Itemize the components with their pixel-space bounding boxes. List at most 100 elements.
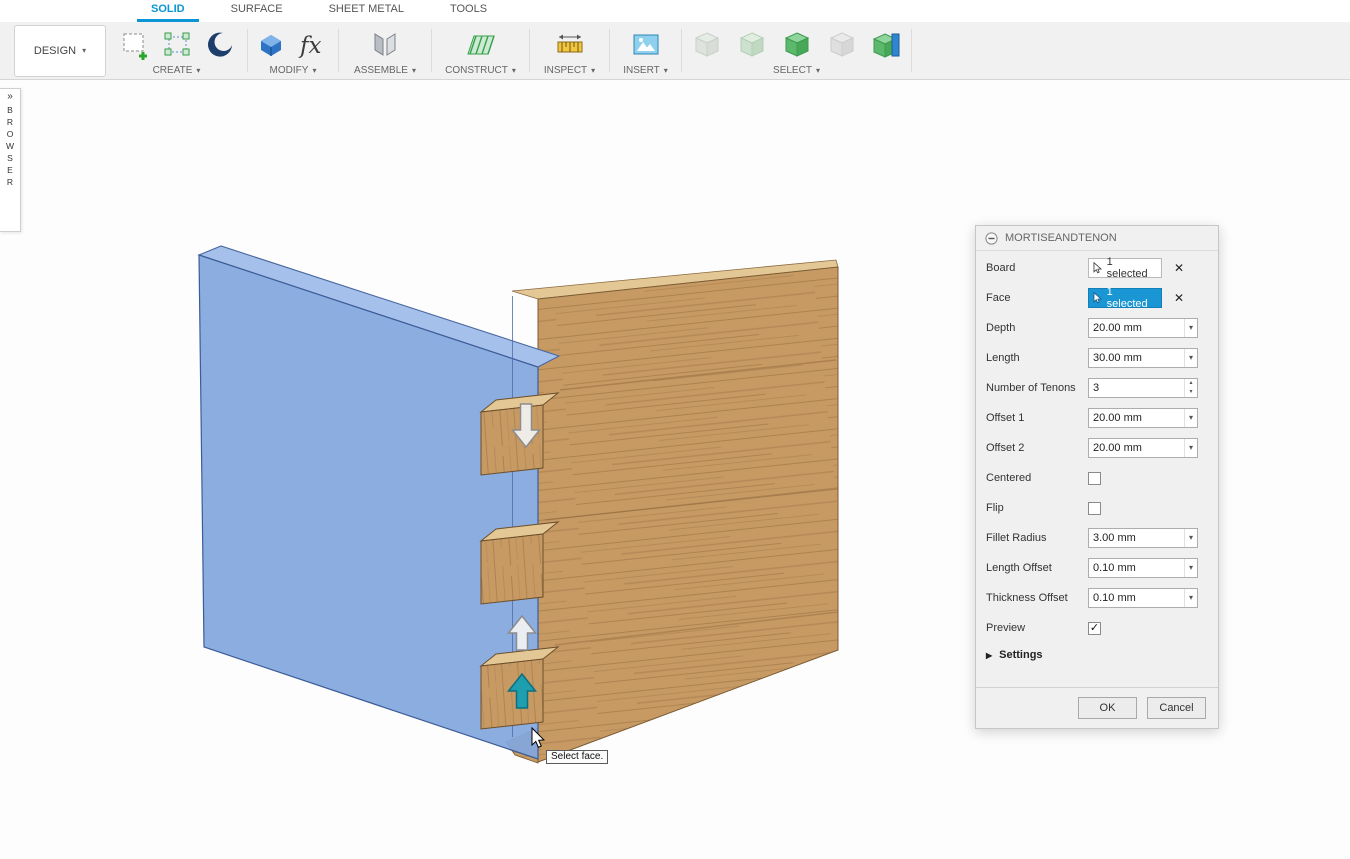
chevron-down-icon[interactable]: ▾ (1184, 559, 1197, 577)
length-offset-label: Length Offset (986, 562, 1088, 574)
spinner-down-icon[interactable]: ▾ (1185, 388, 1197, 397)
select-cube-icon-5[interactable] (872, 30, 902, 60)
flip-checkbox[interactable] (1088, 502, 1101, 515)
preview-checkbox[interactable]: ✓ (1088, 622, 1101, 635)
board-label: Board (986, 262, 1088, 274)
offset-1-row: Offset 1 ▾ (976, 403, 1218, 433)
modify-menu[interactable]: MODIFY ▾ (248, 64, 338, 79)
cancel-button[interactable]: Cancel (1147, 697, 1206, 719)
design-menu-label: DESIGN (34, 45, 76, 57)
chevron-down-icon[interactable]: ▾ (1184, 349, 1197, 367)
create-form-icon[interactable] (204, 30, 234, 60)
inspect-menu[interactable]: INSPECT ▾ (530, 64, 609, 79)
face-selection-count: 1 selected (1107, 286, 1155, 310)
wood-board[interactable] (512, 260, 838, 762)
toolbar-group-select: SELECT ▾ (682, 22, 911, 79)
board-row: Board 1 selected ✕ (976, 253, 1218, 283)
chevron-down-icon[interactable]: ▾ (1184, 529, 1197, 547)
create-sketch-icon[interactable] (120, 29, 152, 61)
svg-text:fx: fx (298, 33, 322, 59)
toolbar-group-modify: fx MODIFY ▾ (248, 22, 338, 79)
assemble-menu[interactable]: ASSEMBLE ▾ (339, 64, 431, 79)
fillet-radius-value[interactable] (1089, 529, 1184, 547)
depth-label: Depth (986, 322, 1088, 334)
fillet-radius-input[interactable]: ▾ (1088, 528, 1198, 548)
thickness-offset-input[interactable]: ▾ (1088, 588, 1198, 608)
browser-panel-toggle[interactable]: » BROWSER (0, 88, 21, 232)
spinner-buttons[interactable]: ▴ ▾ (1184, 379, 1197, 397)
spinner-up-icon[interactable]: ▴ (1185, 379, 1197, 388)
number-of-tenons-stepper[interactable]: ▴ ▾ (1088, 378, 1198, 398)
flip-label: Flip (986, 502, 1088, 514)
clear-board-selection-button[interactable]: ✕ (1174, 262, 1184, 274)
ok-button[interactable]: OK (1078, 697, 1137, 719)
number-of-tenons-value[interactable] (1089, 379, 1184, 397)
thickness-offset-value[interactable] (1089, 589, 1184, 607)
create-menu[interactable]: CREATE ▾ (106, 64, 247, 79)
board-selection-button[interactable]: 1 selected (1088, 258, 1162, 278)
collapse-icon[interactable] (985, 232, 998, 245)
insert-menu[interactable]: INSERT ▾ (610, 64, 681, 79)
settings-expander[interactable]: ▶ Settings (976, 643, 1218, 667)
expand-arrows-icon: » (7, 92, 13, 102)
select-cube-icon-4 (827, 30, 857, 60)
chevron-down-icon[interactable]: ▾ (1184, 409, 1197, 427)
toolbar-group-construct: CONSTRUCT ▾ (432, 22, 529, 79)
select-cube-icon-3[interactable] (782, 30, 812, 60)
construction-plane-icon[interactable] (464, 29, 498, 61)
construct-menu[interactable]: CONSTRUCT ▾ (432, 64, 529, 79)
offset-2-input[interactable]: ▾ (1088, 438, 1198, 458)
measure-icon[interactable] (554, 29, 586, 61)
length-offset-input[interactable]: ▾ (1088, 558, 1198, 578)
press-pull-icon[interactable] (255, 29, 287, 61)
centered-label: Centered (986, 472, 1088, 484)
tab-surface[interactable]: SURFACE (217, 0, 297, 22)
centered-checkbox[interactable] (1088, 472, 1101, 485)
clear-face-selection-button[interactable]: ✕ (1174, 292, 1184, 304)
offset-2-value[interactable] (1089, 439, 1184, 457)
length-input[interactable]: ▾ (1088, 348, 1198, 368)
select-cube-icon-2 (737, 30, 767, 60)
fusion-app-window: SOLID SURFACE SHEET METAL TOOLS DESIGN ▾ (0, 0, 1350, 859)
chevron-down-icon: ▾ (816, 66, 820, 75)
depth-input[interactable]: ▾ (1088, 318, 1198, 338)
toolbar-group-create: CREATE ▾ (106, 22, 247, 79)
toolbar-group-assemble: ASSEMBLE ▾ (339, 22, 431, 79)
select-face-tooltip: Select face. (546, 750, 608, 764)
length-offset-value[interactable] (1089, 559, 1184, 577)
chevron-down-icon: ▾ (591, 66, 595, 75)
chevron-down-icon[interactable]: ▾ (1184, 439, 1197, 457)
dialog-title: MORTISEANDTENON (1005, 232, 1117, 244)
fillet-radius-label: Fillet Radius (986, 532, 1088, 544)
face-selection-button[interactable]: 1 selected (1088, 288, 1162, 308)
select-menu[interactable]: SELECT ▾ (682, 64, 911, 79)
insert-image-icon[interactable] (630, 29, 662, 61)
main-toolbar: DESIGN ▾ (0, 22, 1350, 80)
design-workspace-menu[interactable]: DESIGN ▾ (14, 25, 106, 77)
toolbar-separator (911, 29, 912, 72)
preview-row: Preview ✓ (976, 613, 1218, 643)
depth-value[interactable] (1089, 319, 1184, 337)
dialog-body: Board 1 selected ✕ Face (976, 251, 1218, 667)
offset-1-input[interactable]: ▾ (1088, 408, 1198, 428)
chevron-down-icon: ▾ (312, 66, 316, 75)
depth-row: Depth ▾ (976, 313, 1218, 343)
dialog-title-bar[interactable]: MORTISEANDTENON (976, 226, 1218, 251)
length-value[interactable] (1089, 349, 1184, 367)
offset-2-label: Offset 2 (986, 442, 1088, 454)
parameters-fx-icon[interactable]: fx (297, 29, 331, 61)
number-of-tenons-row: Number of Tenons ▴ ▾ (976, 373, 1218, 403)
offset-1-value[interactable] (1089, 409, 1184, 427)
tab-sheet-metal[interactable]: SHEET METAL (315, 0, 418, 22)
tab-solid[interactable]: SOLID (137, 0, 199, 22)
length-label: Length (986, 352, 1088, 364)
chevron-down-icon[interactable]: ▾ (1184, 319, 1197, 337)
toolbar-group-insert: INSERT ▾ (610, 22, 681, 79)
tab-tools[interactable]: TOOLS (436, 0, 501, 22)
sketch-points-icon[interactable] (162, 29, 194, 61)
chevron-down-icon[interactable]: ▾ (1184, 589, 1197, 607)
preview-label: Preview (986, 622, 1088, 634)
chevron-down-icon: ▾ (664, 66, 668, 75)
joint-icon[interactable] (369, 29, 401, 61)
chevron-down-icon: ▾ (82, 46, 86, 55)
